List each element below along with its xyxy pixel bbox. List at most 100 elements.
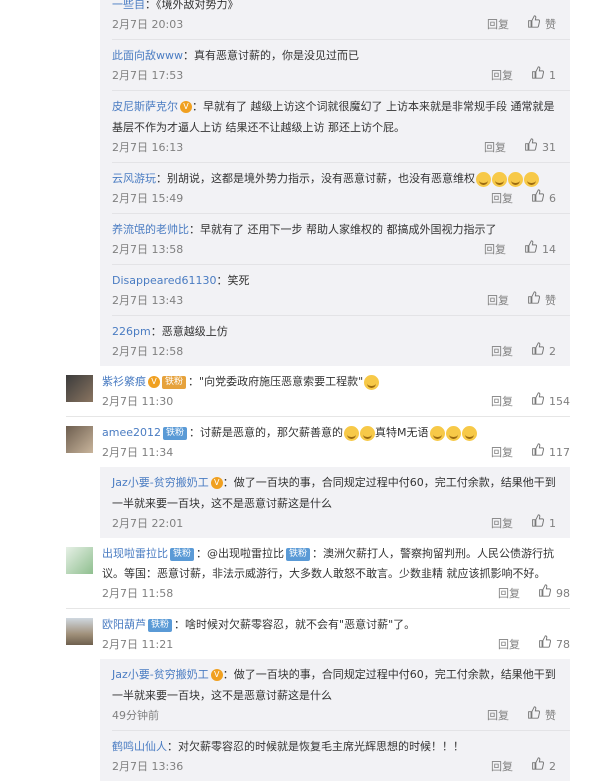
fan-badge: 铁粉	[148, 618, 173, 632]
thumbs-up-icon[interactable]	[538, 584, 551, 597]
comment-time: 2月7日 11:58	[102, 587, 174, 600]
thumbs-up-icon[interactable]	[538, 635, 551, 648]
reply-button[interactable]: 回复	[487, 706, 509, 726]
avatar[interactable]	[66, 426, 93, 453]
reply-author[interactable]: 云风游玩	[112, 172, 156, 185]
reply-item: 云风游玩：别胡说，这都是境外势力指示，没有恶意讨薪，也没有恶意维权 2月7日 1…	[112, 163, 570, 214]
reply-time: 2月7日 13:36	[112, 760, 184, 773]
like-count[interactable]: 98	[556, 584, 570, 604]
reply-author[interactable]: 皮尼斯萨克尔	[112, 100, 178, 113]
like-count[interactable]: 赞	[545, 15, 556, 35]
comment-item: 紫衫綮痕 V 铁粉 ："向党委政府施压恶意索要工程款" 2月7日 11:30 回复 15…	[66, 366, 570, 417]
like-count[interactable]: 14	[542, 240, 556, 260]
avatar[interactable]	[66, 375, 93, 402]
fan-badge: 铁粉	[286, 547, 311, 561]
like-count[interactable]: 2	[549, 757, 556, 777]
emoji-icon	[429, 425, 445, 441]
like-count[interactable]: 154	[549, 392, 570, 412]
comment-text: ：啥时候对欠薪零容忍，就不会有"恶意讨薪"了。	[174, 618, 416, 631]
reply-button[interactable]: 回复	[491, 514, 513, 534]
like-count[interactable]: 赞	[545, 291, 556, 311]
reply-thread: 一些自：《境外敌对势力》 2月7日 20:03 回复赞 此面向敌www：真有恶意…	[100, 0, 570, 366]
comment-author[interactable]: 欧阳葫芦	[102, 618, 146, 631]
reply-author[interactable]: 养流氓的老帅比	[112, 223, 189, 236]
emoji-icon	[344, 425, 360, 441]
thumbs-up-icon[interactable]	[524, 138, 537, 151]
reply-button[interactable]: 回复	[484, 240, 506, 260]
thumbs-up-icon[interactable]	[524, 240, 537, 253]
reply-author[interactable]: Jaz小要-贫穷搬奶工	[112, 476, 209, 489]
reply-time: 49分钟前	[112, 709, 159, 722]
reply-time: 2月7日 13:58	[112, 243, 184, 256]
like-count[interactable]: 78	[556, 635, 570, 655]
thumbs-up-icon[interactable]	[531, 392, 544, 405]
reply-item: 一些自：《境外敌对势力》 2月7日 20:03 回复 赞	[112, 0, 570, 40]
verified-icon: V	[210, 477, 223, 489]
comment-author[interactable]: amee2012	[102, 426, 161, 439]
reply-thread: Jaz小要-贫穷搬奶工 V ：做了一百块的事，合同规定过程中付60，完工付余款，结果…	[100, 659, 570, 781]
like-count[interactable]: 1	[549, 514, 556, 534]
reply-text: ：真有恶意讨薪的，你是没见过而已	[183, 49, 359, 62]
thumbs-up-icon[interactable]	[531, 66, 544, 79]
comment-text-tail: 真特M无语	[375, 426, 429, 439]
reply-button[interactable]: 回复	[491, 66, 513, 86]
comment-author[interactable]: 紫衫綮痕	[102, 375, 146, 388]
reply-time: 2月7日 22:01	[112, 517, 184, 530]
reply-item: 鹤鸣山仙人：对欠薪零容忍的时候就是恢复毛主席光辉思想的时候！！！ 2月7日 13…	[112, 731, 570, 781]
reply-button[interactable]: 回复	[487, 15, 509, 35]
thumbs-up-icon[interactable]	[531, 514, 544, 527]
like-count[interactable]: 6	[549, 189, 556, 209]
reply-item: Jaz小要-贫穷搬奶工 V ：做了一百块的事，合同规定过程中付60，完工付余款，结果…	[112, 659, 570, 731]
thumbs-up-icon[interactable]	[527, 291, 540, 304]
reply-button[interactable]: 回复	[491, 757, 513, 777]
reply-button[interactable]: 回复	[484, 138, 506, 158]
comment-item: 出现啦雷拉比 铁粉 ：@出现啦雷拉比 铁粉 ：澳洲欠薪打人，警察拘留判刑。人民公债游行抗…	[66, 538, 570, 609]
reply-button[interactable]: 回复	[487, 291, 509, 311]
reply-button[interactable]: 回复	[491, 189, 513, 209]
thumbs-up-icon[interactable]	[527, 15, 540, 28]
reply-text: ：早就有了 还用下一步 帮助人家维权的 都搞成外国视力指示了	[189, 223, 497, 236]
reply-time: 2月7日 15:49	[112, 192, 184, 205]
thumbs-up-icon[interactable]	[531, 443, 544, 456]
reply-item: 皮尼斯萨克尔 V ：早就有了 越级上访这个词就很魔幻了 上访本来就是非常规手段 通常…	[112, 91, 570, 163]
reply-text: ：早就有了 越级上访这个词就很魔幻了 上访本来就是非常规手段 通常就是基层不作为…	[112, 100, 555, 134]
emoji-icon	[445, 425, 461, 441]
reply-author[interactable]: 此面向敌www	[112, 49, 183, 62]
avatar[interactable]	[66, 618, 93, 645]
like-count[interactable]: 31	[542, 138, 556, 158]
reply-item: Jaz小要-贫穷搬奶工 V ：做了一百块的事，合同规定过程中付60，完工付余款，结果…	[112, 467, 570, 538]
reply-author[interactable]: Jaz小要-贫穷搬奶工	[112, 668, 209, 681]
reply-button[interactable]: 回复	[491, 342, 513, 362]
thumbs-up-icon[interactable]	[531, 189, 544, 202]
comment-time: 2月7日 11:21	[102, 638, 174, 651]
emoji-icon	[360, 425, 376, 441]
fan-badge: 铁粉	[170, 547, 195, 561]
reply-author[interactable]: 226pm	[112, 325, 151, 338]
reply-author[interactable]: Disappeared61130	[112, 274, 217, 287]
thumbs-up-icon[interactable]	[531, 757, 544, 770]
reply-author[interactable]: 鹤鸣山仙人	[112, 740, 167, 753]
like-count[interactable]: 2	[549, 342, 556, 362]
like-count[interactable]: 117	[549, 443, 570, 463]
reply-button[interactable]: 回复	[491, 392, 513, 412]
reply-button[interactable]: 回复	[491, 443, 513, 463]
reply-time: 2月7日 16:13	[112, 141, 184, 154]
avatar[interactable]	[66, 547, 93, 574]
reply-button[interactable]: 回复	[498, 635, 520, 655]
comment-item: 欧阳葫芦 铁粉 ：啥时候对欠薪零容忍，就不会有"恶意讨薪"了。 2月7日 11:21…	[66, 609, 570, 659]
verified-icon: V	[148, 376, 160, 388]
emoji-icon	[508, 171, 523, 187]
emoji-icon	[492, 171, 507, 187]
reply-thread: Jaz小要-贫穷搬奶工 V ：做了一百块的事，合同规定过程中付60，完工付余款，结果…	[100, 467, 570, 538]
thumbs-up-icon[interactable]	[531, 342, 544, 355]
reply-button[interactable]: 回复	[498, 584, 520, 604]
thumbs-up-icon[interactable]	[527, 706, 540, 719]
emoji-icon	[364, 374, 380, 390]
like-count[interactable]: 1	[549, 66, 556, 86]
reply-text: ：笑死	[216, 274, 250, 287]
comment-text: ：讨薪是恶意的，那欠薪善意的	[189, 426, 344, 439]
like-count[interactable]: 赞	[545, 706, 556, 726]
reply-author[interactable]: 一些自	[112, 0, 145, 11]
comment-author[interactable]: 出现啦雷拉比	[102, 547, 168, 560]
fan-badge: 铁粉	[163, 426, 188, 440]
